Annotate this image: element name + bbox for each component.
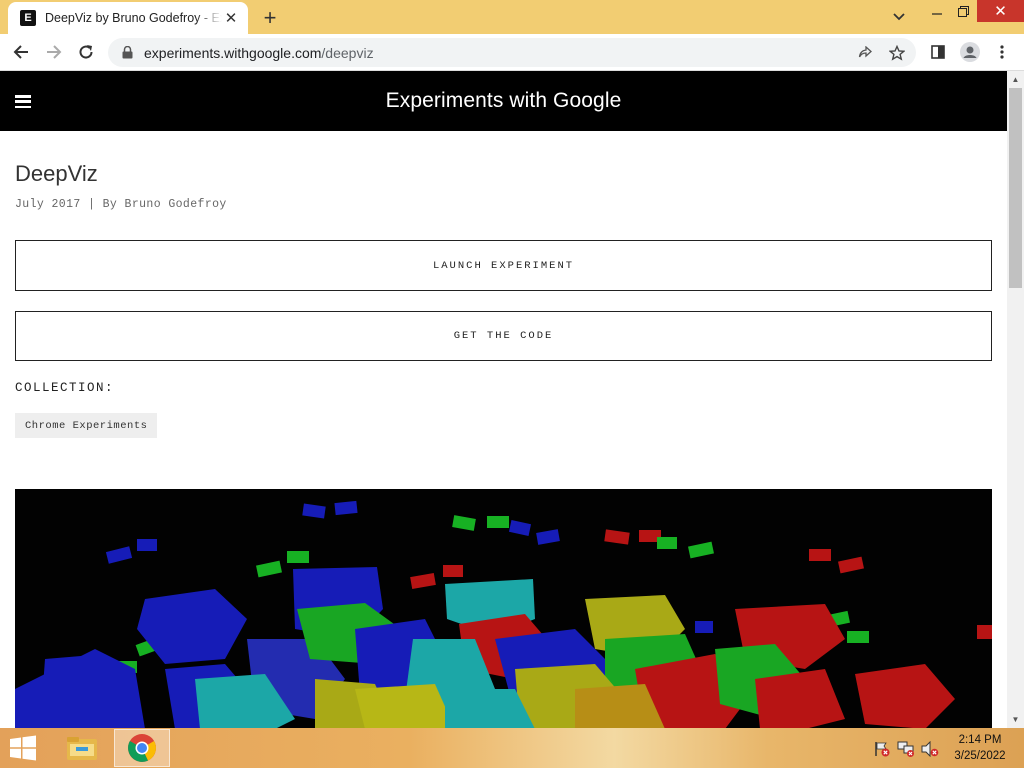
url-path: /deepviz — [321, 44, 374, 61]
page-scrollbar[interactable]: ▲ ▼ — [1007, 71, 1024, 728]
clock-time: 2:14 PM — [958, 734, 1002, 746]
collection-label: COLLECTION: — [15, 381, 115, 395]
back-icon[interactable] — [9, 40, 33, 64]
taskbar-clock[interactable]: 2:14 PM 3/25/2022 — [948, 732, 1012, 764]
reload-icon[interactable] — [74, 40, 98, 64]
tab-search-icon[interactable] — [886, 6, 912, 28]
site-header: Experiments with Google — [0, 71, 1007, 131]
hero-visualization — [15, 500, 992, 728]
browser-toolbar: experiments.withgoogle.com/deepviz — [0, 34, 1024, 71]
page-title: DeepViz — [15, 161, 98, 186]
windows-taskbar: 2:14 PM 3/25/2022 — [0, 728, 1024, 768]
tab-title: DeepViz by Bruno Godefroy - Experiments … — [45, 11, 222, 25]
address-bar[interactable]: experiments.withgoogle.com/deepviz — [108, 38, 916, 67]
experiment-hero-image — [15, 489, 992, 728]
site-favicon-icon: E — [20, 10, 36, 26]
volume-muted-icon[interactable] — [921, 740, 939, 758]
side-panel-icon[interactable] — [926, 40, 950, 64]
get-the-code-button[interactable]: GET THE CODE — [15, 311, 992, 361]
restore-icon[interactable] — [950, 0, 976, 22]
scroll-down-arrow-icon[interactable]: ▼ — [1007, 711, 1024, 728]
file-explorer-icon[interactable] — [54, 729, 110, 767]
scroll-up-arrow-icon[interactable]: ▲ — [1007, 71, 1024, 88]
window-close-icon[interactable]: ✕ — [977, 0, 1024, 22]
collection-chip[interactable]: Chrome Experiments — [15, 413, 158, 438]
profile-avatar-icon[interactable] — [958, 40, 982, 64]
page-viewport: Experiments with Google DeepViz July 201… — [0, 71, 1007, 728]
launch-experiment-button[interactable]: LAUNCH EXPERIMENT — [15, 240, 992, 291]
tab-strip: E DeepViz by Bruno Godefroy - Experiment… — [0, 0, 1024, 34]
lock-icon[interactable] — [120, 46, 134, 60]
chrome-taskbar-icon[interactable] — [114, 729, 170, 767]
windows-start-icon[interactable] — [8, 735, 38, 761]
bookmark-star-icon[interactable] — [884, 40, 910, 66]
clock-date: 3/25/2022 — [954, 750, 1006, 762]
site-title[interactable]: Experiments with Google — [0, 89, 1007, 113]
action-center-flag-icon[interactable] — [873, 740, 891, 758]
byline: July 2017 | By Bruno Godefroy — [15, 198, 227, 211]
network-icon[interactable] — [897, 740, 915, 758]
new-tab-button[interactable]: + — [258, 6, 282, 30]
share-icon[interactable] — [852, 40, 878, 66]
url-host: experiments.withgoogle.com — [144, 44, 322, 61]
url-text: experiments.withgoogle.com/deepviz — [144, 45, 374, 61]
tab-close-icon[interactable]: ✕ — [222, 9, 240, 27]
menu-kebab-icon[interactable] — [990, 40, 1014, 64]
browser-tab[interactable]: E DeepViz by Bruno Godefroy - Experiment… — [8, 2, 248, 34]
forward-icon[interactable] — [42, 40, 66, 64]
scrollbar-thumb[interactable] — [1009, 88, 1022, 288]
minimize-icon[interactable] — [924, 0, 950, 22]
